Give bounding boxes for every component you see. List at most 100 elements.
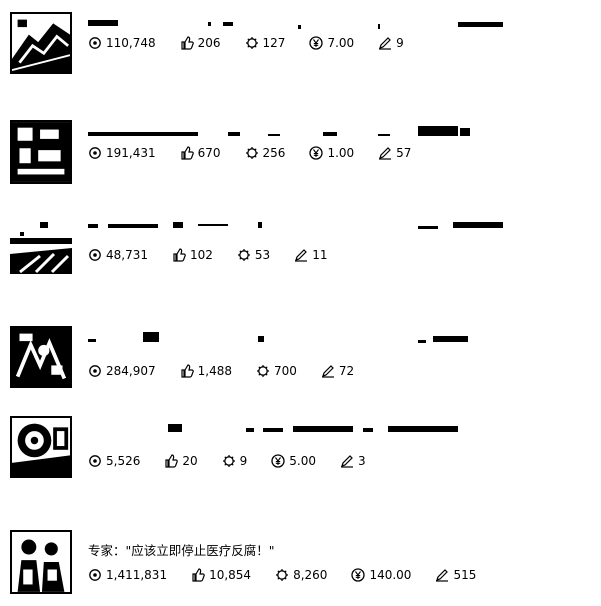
thumbnail-image[interactable] [10, 12, 72, 74]
likes-stat[interactable]: 20 [164, 452, 198, 470]
views-stat: 110,748 [88, 34, 156, 52]
price-value: 7.00 [327, 36, 355, 50]
comments-count: 3 [358, 454, 366, 468]
eye-icon [88, 36, 102, 50]
stats-row: 110,748 206 127 7.00 9 [88, 34, 428, 52]
stats-row: 284,907 1,488 700 72 [88, 362, 378, 380]
eye-icon [88, 248, 102, 262]
share-icon [275, 568, 289, 582]
price-value: 5.00 [289, 454, 316, 468]
price-stat: 5.00 [271, 452, 316, 470]
title-redacted [88, 216, 508, 230]
views-count: 110,748 [106, 36, 156, 50]
comments-count: 72 [338, 364, 355, 378]
likes-stat[interactable]: 1,488 [180, 362, 232, 380]
pen-icon [294, 248, 308, 262]
thumbnail-image[interactable] [10, 416, 72, 478]
title-redacted [88, 16, 508, 30]
shares-stat[interactable]: 256 [245, 144, 286, 162]
share-icon [245, 36, 259, 50]
thumbs-up-icon [180, 364, 194, 378]
likes-count: 670 [197, 146, 221, 160]
shares-count: 127 [262, 36, 286, 50]
likes-count: 206 [197, 36, 221, 50]
item-title[interactable]: 专家："应该立即停止医疗反腐！" [88, 542, 275, 560]
likes-count: 10,854 [209, 568, 252, 582]
likes-stat[interactable]: 670 [180, 144, 221, 162]
stats-row: 48,731 102 53 11 [88, 246, 351, 264]
likes-count: 102 [190, 248, 213, 262]
comments-stat[interactable]: 515 [435, 566, 476, 584]
thumbnail-image[interactable] [10, 120, 72, 184]
eye-icon [88, 568, 102, 582]
price-stat: 1.00 [309, 144, 354, 162]
stats-row: 5,526 20 9 5.00 3 [88, 452, 390, 470]
comments-stat[interactable]: 11 [294, 246, 327, 264]
views-stat: 191,431 [88, 144, 156, 162]
title-redacted [88, 330, 508, 344]
pen-icon [378, 36, 392, 50]
share-icon [256, 364, 270, 378]
thumbs-up-icon [180, 146, 194, 160]
thumbs-up-icon [164, 454, 179, 468]
likes-stat[interactable]: 102 [172, 246, 213, 264]
comments-stat[interactable]: 9 [378, 34, 404, 52]
comments-stat[interactable]: 72 [321, 362, 354, 380]
share-icon [237, 248, 251, 262]
shares-count: 8,260 [293, 568, 328, 582]
yuan-icon [271, 454, 285, 468]
shares-stat[interactable]: 127 [245, 34, 286, 52]
stats-row: 191,431 670 256 1.00 57 [88, 144, 435, 162]
shares-count: 9 [239, 454, 248, 468]
views-count: 1,411,831 [106, 568, 168, 582]
title-redacted [88, 420, 508, 434]
shares-count: 256 [262, 146, 286, 160]
shares-stat[interactable]: 700 [256, 362, 297, 380]
yuan-icon [351, 568, 366, 582]
views-stat: 5,526 [88, 452, 140, 470]
comments-stat[interactable]: 57 [378, 144, 411, 162]
comments-count: 9 [396, 36, 404, 50]
shares-stat[interactable]: 9 [222, 452, 248, 470]
views-stat: 284,907 [88, 362, 156, 380]
title-redacted [88, 124, 508, 138]
price-stat: 140.00 [351, 566, 411, 584]
thumbs-up-icon [172, 248, 186, 262]
thumbnail-image[interactable] [10, 326, 72, 388]
share-icon [222, 454, 236, 468]
thumbs-up-icon [191, 568, 205, 582]
likes-count: 20 [182, 454, 198, 468]
likes-stat[interactable]: 206 [180, 34, 221, 52]
pen-icon [340, 454, 354, 468]
comments-count: 57 [396, 146, 412, 160]
shares-stat[interactable]: 8,260 [275, 566, 327, 584]
comments-count: 11 [312, 248, 328, 262]
eye-icon [88, 364, 102, 378]
views-count: 48,731 [106, 248, 148, 262]
price-stat: 7.00 [309, 34, 354, 52]
views-stat: 48,731 [88, 246, 148, 264]
thumbs-up-icon [180, 36, 194, 50]
pen-icon [378, 146, 392, 160]
likes-stat[interactable]: 10,854 [191, 566, 251, 584]
views-stat: 1,411,831 [88, 566, 167, 584]
share-icon [245, 146, 259, 160]
yuan-icon [309, 146, 324, 160]
eye-icon [88, 146, 102, 160]
views-count: 5,526 [106, 454, 141, 468]
yuan-icon [309, 36, 324, 50]
shares-count: 53 [254, 248, 271, 262]
price-value: 140.00 [369, 568, 412, 582]
pen-icon [321, 364, 335, 378]
views-count: 284,907 [106, 364, 156, 378]
pen-icon [435, 568, 449, 582]
thumbnail-image[interactable] [10, 530, 72, 594]
shares-stat[interactable]: 53 [237, 246, 270, 264]
eye-icon [88, 454, 102, 468]
comments-stat[interactable]: 3 [340, 452, 366, 470]
thumbnail-image[interactable] [10, 212, 72, 274]
views-count: 191,431 [106, 146, 156, 160]
comments-count: 515 [453, 568, 477, 582]
likes-count: 1,488 [197, 364, 232, 378]
stats-row: 1,411,831 10,854 8,260 140.00 515 [88, 566, 500, 584]
